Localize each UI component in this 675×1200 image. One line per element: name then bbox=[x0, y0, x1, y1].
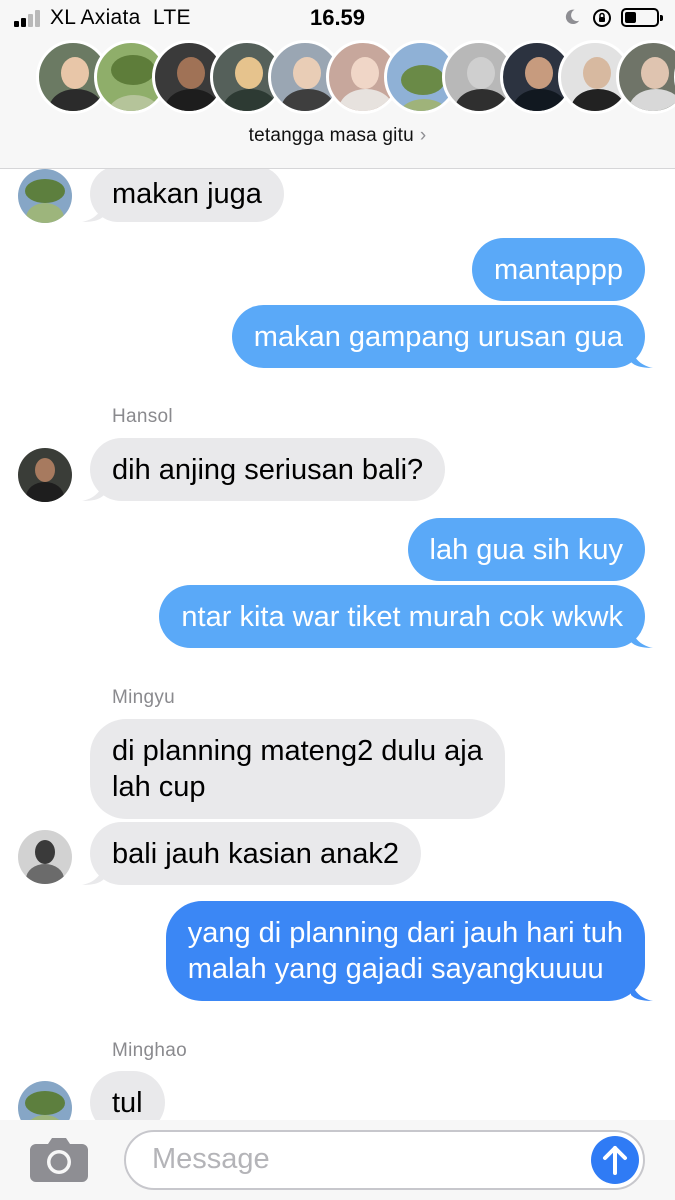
moon-icon bbox=[565, 9, 580, 25]
message-bubble-received[interactable]: tul bbox=[90, 1071, 165, 1121]
send-button[interactable] bbox=[591, 1136, 639, 1184]
message-text-line: malah yang gajadi sayangkuuuu bbox=[187, 953, 604, 985]
arrow-up-icon bbox=[603, 1146, 627, 1175]
message-bubble-sent[interactable]: mantappp bbox=[472, 238, 645, 301]
rotation-lock-icon bbox=[593, 9, 611, 27]
group-name: tetangga masa gitu bbox=[248, 125, 414, 146]
message-bubble-sent[interactable]: makan gampang urusan gua bbox=[231, 305, 653, 368]
message-bubble-received[interactable]: di planning mateng2 dulu aja lah cup bbox=[90, 719, 505, 819]
minghao-avatar[interactable] bbox=[18, 1081, 72, 1121]
message-text: makan gampang urusan gua bbox=[253, 320, 623, 353]
group-avatars[interactable] bbox=[0, 40, 675, 120]
message-placeholder: Message bbox=[152, 1143, 270, 1175]
conversation-header: XL Axiata LTE 16.59 tetangga masa gitu › bbox=[0, 0, 675, 169]
chevron-right-icon: › bbox=[419, 125, 427, 146]
message-text-line: lah cup bbox=[112, 771, 206, 803]
message-bubble-received[interactable]: dih anjing seriusan bali? bbox=[82, 438, 446, 501]
compose-bar: Message bbox=[0, 1120, 675, 1200]
landscape-avatar[interactable] bbox=[18, 169, 72, 223]
message-text: dih anjing seriusan bali? bbox=[112, 453, 424, 486]
sender-name: Mingyu bbox=[112, 687, 176, 708]
message-text: lah gua sih kuy bbox=[429, 533, 623, 566]
group-name-button[interactable]: tetangga masa gitu › bbox=[0, 125, 675, 147]
battery-icon bbox=[621, 8, 663, 27]
message-text-line: yang di planning dari jauh hari tuh bbox=[187, 917, 623, 949]
message-bubble-sent[interactable]: lah gua sih kuy bbox=[407, 518, 645, 581]
member-avatar[interactable] bbox=[616, 40, 675, 114]
hansol-avatar[interactable] bbox=[18, 448, 72, 502]
message-input[interactable]: Message bbox=[124, 1130, 645, 1190]
message-text: makan juga bbox=[112, 178, 262, 210]
sender-name: Minghao bbox=[112, 1040, 187, 1061]
sender-name: Hansol bbox=[112, 406, 173, 427]
message-text: bali jauh kasian anak2 bbox=[112, 837, 399, 870]
message-text-line: di planning mateng2 dulu aja bbox=[112, 735, 483, 767]
message-text: mantappp bbox=[494, 253, 623, 286]
status-bar: XL Axiata LTE 16.59 bbox=[0, 0, 675, 38]
message-bubble-sent[interactable]: yang di planning dari jauh hari tuh mala… bbox=[165, 901, 653, 1001]
message-bubble-received[interactable]: makan juga bbox=[82, 169, 284, 222]
message-bubble-sent[interactable]: ntar kita war tiket murah cok wkwk bbox=[159, 585, 653, 648]
message-bubble-received[interactable]: bali jauh kasian anak2 bbox=[82, 822, 421, 885]
camera-icon[interactable] bbox=[30, 1136, 88, 1182]
mingyu-avatar[interactable] bbox=[18, 830, 72, 884]
message-text: tul bbox=[112, 1086, 143, 1119]
message-text: ntar kita war tiket murah cok wkwk bbox=[181, 600, 623, 633]
message-list[interactable]: makan juga mantappp makan gampang urusan… bbox=[0, 169, 675, 1121]
